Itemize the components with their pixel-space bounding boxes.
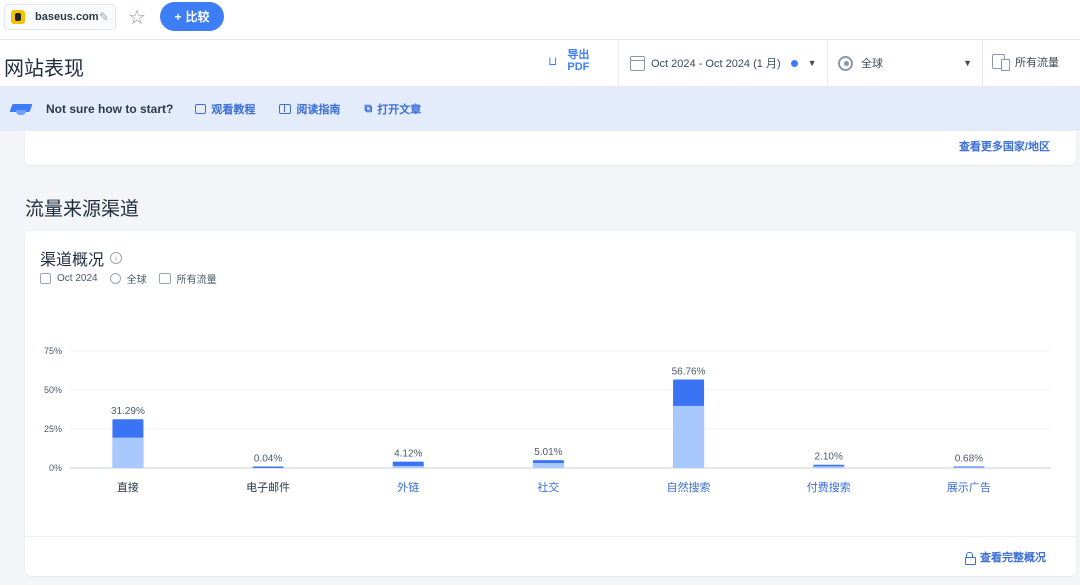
bar-segment [532, 463, 564, 468]
y-tick-label: 50% [44, 385, 62, 395]
more-countries-link[interactable]: 查看更多国家/地区 [959, 138, 1050, 154]
countries-card: 查看更多国家/地区 [25, 131, 1076, 165]
domain-name: baseus.com [35, 11, 99, 23]
open-article-link[interactable]: ⧉ 打开文章 [364, 101, 421, 117]
plus-icon: + [174, 9, 182, 24]
y-tick-label: 25% [44, 424, 62, 434]
traffic-value: 所有流量 [1015, 57, 1059, 69]
data-label: 56.76% [672, 366, 706, 377]
watch-tutorial-label: 观看教程 [211, 104, 256, 116]
x-tick-label[interactable]: 社交 [537, 480, 559, 494]
channel-bar-chart: 0% 25% 50% 75% 31.29% 直接 0.04% 电子邮件 4.12% 外链 5.01%… [44, 346, 1051, 494]
x-tick-label[interactable]: 展示广告 [947, 481, 991, 494]
calendar-icon [630, 55, 645, 71]
date-range-selector[interactable]: Oct 2024 - Oct 2024 (1 月) ▼ [630, 55, 817, 71]
region-selector[interactable]: 全球 ▼ [838, 55, 972, 71]
lock-icon [965, 551, 976, 565]
full-overview-label: 查看完整概况 [980, 552, 1046, 564]
bar [252, 466, 284, 468]
date-range-value: Oct 2024 - Oct 2024 (1 月) [651, 58, 781, 70]
traffic-selector[interactable]: 所有流量 [992, 54, 1059, 71]
open-article-label: 打开文章 [377, 104, 422, 116]
header-bar: 网站表现 ⊔ 导出 PDF Oct 2024 - Oct 2024 (1 月) … [0, 40, 1080, 87]
divider [618, 40, 619, 87]
x-tick-label[interactable]: 付费搜索 [807, 480, 851, 494]
channel-overview-card: 渠道概况 i Oct 2024 全球 所有流量 0% 25% 50% 75% 31.29… [25, 231, 1076, 576]
book-icon [279, 104, 292, 114]
chevron-down-icon: ▼ [963, 58, 972, 68]
data-label: 4.12% [394, 449, 422, 460]
divider [827, 40, 828, 87]
status-dot [790, 59, 798, 67]
external-link-icon: ⧉ [364, 102, 373, 115]
download-icon: ⊔ [548, 54, 558, 68]
graduation-cap-icon [10, 103, 32, 115]
divider [982, 40, 983, 87]
video-icon [195, 104, 207, 114]
y-tick-label: 75% [44, 346, 62, 356]
bar-segment [953, 467, 985, 468]
help-question: Not sure how to start? [46, 102, 174, 116]
top-bar: baseus.com ✎ ☆ + 比较 [0, 0, 1080, 40]
site-favicon [11, 10, 25, 24]
globe-icon [838, 55, 853, 71]
data-label: 0.04% [254, 454, 282, 465]
help-bar: Not sure how to start? 观看教程 阅读指南 ⧉ 打开文章 [0, 87, 1080, 131]
full-overview-link[interactable]: 查看完整概况 [965, 549, 1046, 565]
bar-segment [673, 405, 705, 468]
devices-icon [992, 54, 1010, 71]
domain-chip[interactable]: baseus.com ✎ [4, 4, 116, 30]
export-pdf-button[interactable]: ⊔ 导出 PDF [548, 49, 591, 73]
bar-segment [813, 466, 845, 468]
y-tick-label: 0% [49, 463, 62, 473]
section-title: 流量来源渠道 [25, 199, 140, 220]
chevron-down-icon: ▼ [807, 58, 817, 68]
bar-segment [112, 437, 144, 468]
x-tick-label[interactable]: 外链 [397, 480, 419, 494]
data-label: 5.01% [534, 447, 562, 458]
read-guide-label: 阅读指南 [296, 104, 341, 116]
card-footer-divider [25, 536, 1076, 537]
x-tick-label: 电子邮件 [246, 481, 290, 494]
page-title: 网站表现 [4, 58, 84, 80]
compare-button[interactable]: + 比较 [160, 2, 224, 31]
star-icon[interactable]: ☆ [128, 5, 146, 30]
export-pdf-label: 导出 PDF [567, 49, 590, 73]
x-tick-label: 直接 [117, 480, 139, 494]
x-tick-label[interactable]: 自然搜索 [667, 480, 711, 494]
read-guide-link[interactable]: 阅读指南 [279, 101, 340, 117]
watch-tutorial-link[interactable]: 观看教程 [195, 101, 255, 117]
data-label: 31.29% [111, 406, 145, 417]
edit-pencil-icon[interactable]: ✎ [99, 10, 109, 24]
bar-segment [392, 465, 424, 468]
region-value: 全球 [861, 58, 883, 70]
compare-label: 比较 [185, 10, 210, 24]
data-label: 2.10% [815, 452, 843, 463]
data-label: 0.68% [955, 454, 983, 465]
